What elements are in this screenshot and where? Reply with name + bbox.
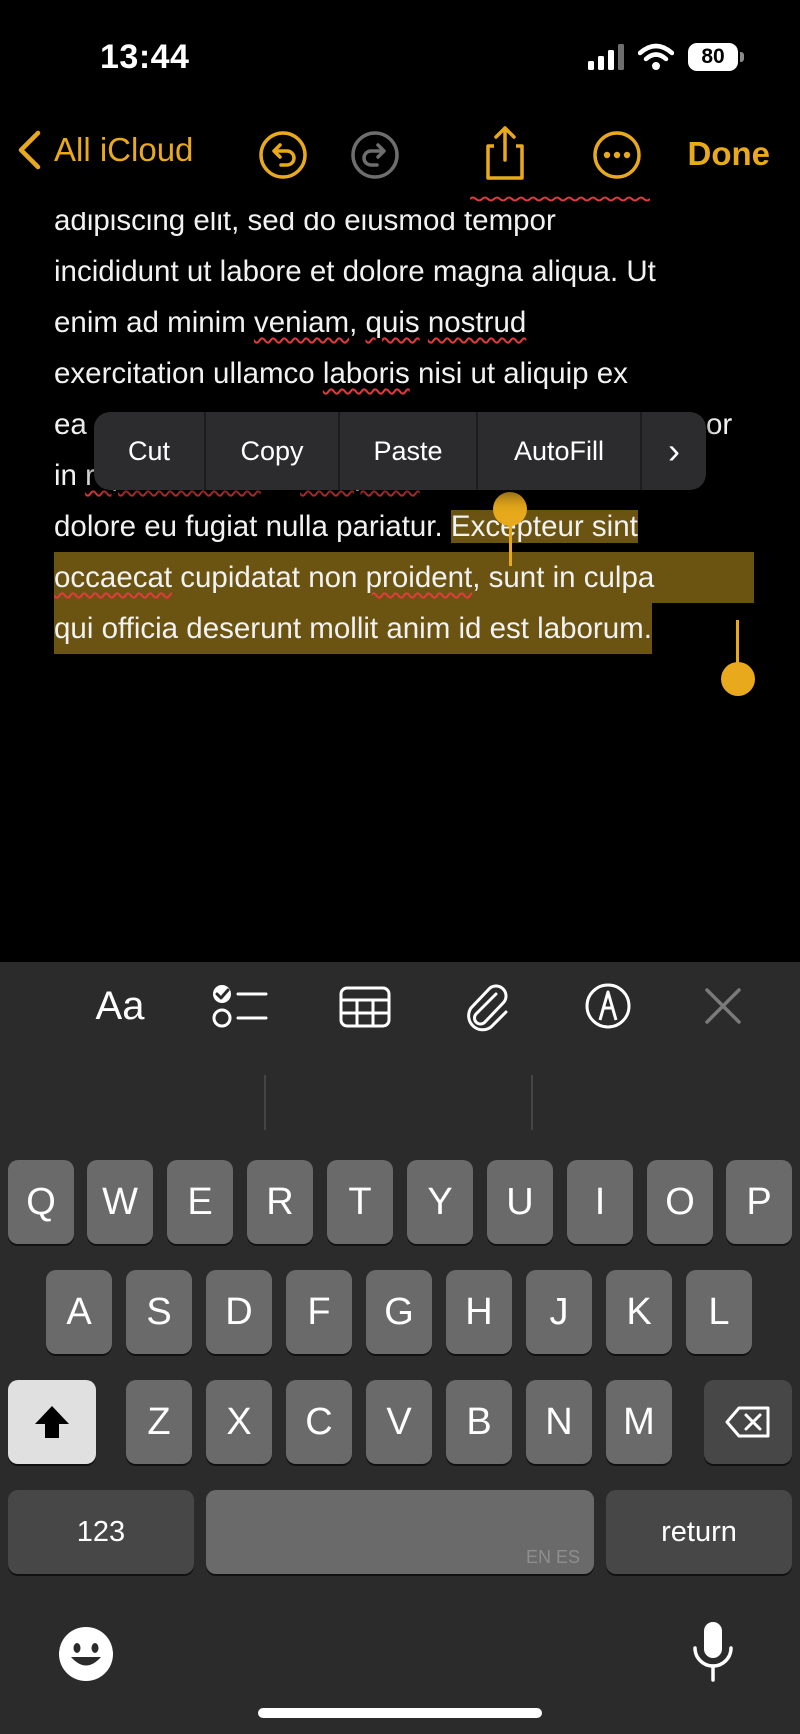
key-i[interactable]: I [567, 1160, 633, 1244]
redo-icon[interactable] [348, 128, 402, 182]
home-indicator[interactable] [258, 1708, 542, 1718]
key-k[interactable]: K [606, 1270, 672, 1354]
microphone-icon[interactable] [690, 1620, 736, 1684]
misspelled-word[interactable]: veniam [254, 306, 349, 339]
key-p[interactable]: P [726, 1160, 792, 1244]
text-segment: , [349, 306, 366, 339]
selection-end-handle[interactable] [721, 662, 755, 696]
cellular-signal-icon [588, 44, 624, 70]
paperclip-icon[interactable] [458, 980, 518, 1032]
prediction-divider [531, 1075, 533, 1130]
text-format-button[interactable]: Aa [80, 980, 160, 1032]
emoji-icon[interactable] [58, 1626, 114, 1682]
key-g[interactable]: G [366, 1270, 432, 1354]
note-line: incididunt ut labore et dolore magna ali… [54, 255, 656, 288]
key-r[interactable]: R [247, 1160, 313, 1244]
selected-line[interactable]: occaecat cupidatat non proident, sunt in… [54, 552, 754, 603]
misspelled-word[interactable]: laboris [323, 357, 410, 390]
more-menu-chevron[interactable]: › [642, 412, 706, 490]
text-segment: dolore eu fugiat nulla pariatur. [54, 510, 451, 543]
key-u[interactable]: U [487, 1160, 553, 1244]
checklist-icon[interactable] [210, 980, 270, 1032]
text-segment: nisi ut aliquip ex [409, 357, 628, 390]
key-h[interactable]: H [446, 1270, 512, 1354]
close-icon[interactable] [693, 980, 753, 1032]
language-indicator: EN ES [525, 1547, 580, 1567]
numbers-key[interactable]: 123 [8, 1490, 194, 1574]
chevron-left-icon [18, 130, 41, 170]
key-w[interactable]: W [87, 1160, 153, 1244]
key-d[interactable]: D [206, 1270, 272, 1354]
shift-key[interactable] [8, 1380, 96, 1464]
markup-pen-icon[interactable] [578, 980, 638, 1032]
spellcheck-underline [470, 196, 650, 202]
delete-icon [725, 1406, 770, 1438]
text-segment: exercitation ullamco [54, 357, 323, 390]
space-key[interactable]: EN ES [206, 1490, 594, 1574]
battery-indicator: 80 [688, 43, 744, 71]
key-c[interactable]: C [286, 1380, 352, 1464]
wifi-icon [638, 43, 674, 70]
prediction-divider [264, 1075, 266, 1130]
autofill-menu-item[interactable]: AutoFill [478, 412, 642, 490]
selection-start-handle[interactable] [493, 492, 527, 526]
text-segment: cupidatat non [172, 561, 366, 594]
key-j[interactable]: J [526, 1270, 592, 1354]
key-z[interactable]: Z [126, 1380, 192, 1464]
status-time: 13:44 [100, 38, 190, 76]
key-t[interactable]: T [327, 1160, 393, 1244]
key-y[interactable]: Y [407, 1160, 473, 1244]
key-f[interactable]: F [286, 1270, 352, 1354]
edit-context-menu: Cut Copy Paste AutoFill › [94, 412, 706, 490]
cut-menu-item[interactable]: Cut [94, 412, 206, 490]
key-a[interactable]: A [46, 1270, 112, 1354]
note-line: exercitation ullamco laboris nisi ut ali… [54, 348, 754, 399]
key-q[interactable]: Q [8, 1160, 74, 1244]
misspelled-word[interactable]: proident [366, 561, 473, 594]
selection-start-caret [509, 522, 512, 566]
back-button[interactable]: All iCloud [16, 130, 193, 170]
note-line: dolore eu fugiat nulla pariatur. Excepte… [54, 501, 754, 552]
misspelled-word[interactable]: nostrud [428, 306, 526, 339]
selected-text[interactable]: Excepteur sint [450, 510, 638, 543]
scroll-clip [0, 190, 800, 212]
misspelled-word[interactable]: quis [366, 306, 420, 339]
more-options-icon[interactable] [590, 128, 644, 182]
key-n[interactable]: N [526, 1380, 592, 1464]
text-segment: enim ad minim [54, 306, 255, 339]
back-label: All iCloud [54, 131, 194, 168]
text-segment: ea [54, 408, 87, 441]
text-segment-right: or [706, 408, 733, 441]
key-x[interactable]: X [206, 1380, 272, 1464]
paste-menu-item[interactable]: Paste [340, 412, 478, 490]
key-e[interactable]: E [167, 1160, 233, 1244]
text-segment: , sunt in culpa [472, 561, 655, 594]
copy-menu-item[interactable]: Copy [206, 412, 340, 490]
key-l[interactable]: L [686, 1270, 752, 1354]
key-o[interactable]: O [647, 1160, 713, 1244]
note-line: enim ad minim veniam, quis nostrud [54, 297, 754, 348]
status-icons: 80 [588, 40, 744, 74]
share-icon[interactable] [478, 122, 532, 184]
misspelled-word[interactable]: occaecat [54, 561, 172, 594]
return-key[interactable]: return [606, 1490, 792, 1574]
text-segment [420, 306, 428, 339]
selection-end-caret [736, 620, 739, 666]
delete-key[interactable] [704, 1380, 792, 1464]
shift-icon [35, 1406, 69, 1438]
table-icon[interactable] [335, 980, 395, 1032]
done-button[interactable]: Done [688, 135, 771, 173]
key-b[interactable]: B [446, 1380, 512, 1464]
undo-icon[interactable] [256, 128, 310, 182]
key-s[interactable]: S [126, 1270, 192, 1354]
selected-line[interactable]: qui officia deserunt mollit anim id est … [54, 603, 652, 654]
key-v[interactable]: V [366, 1380, 432, 1464]
key-m[interactable]: M [606, 1380, 672, 1464]
text-segment: in [54, 459, 86, 492]
